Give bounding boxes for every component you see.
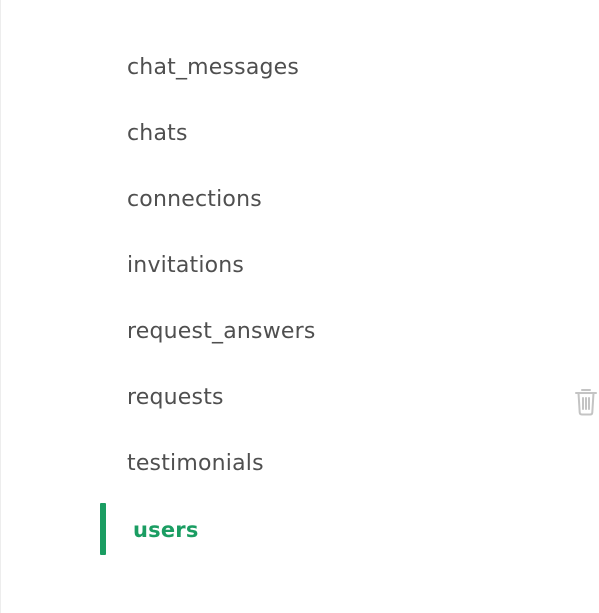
collection-item-label: users	[133, 518, 199, 542]
collection-item-requests[interactable]: requests	[1, 365, 599, 431]
collection-item-label: chat_messages	[127, 55, 300, 80]
collection-item-label: requests	[127, 385, 224, 410]
collection-item-label: invitations	[127, 253, 245, 278]
collection-item-connections[interactable]: connections	[1, 167, 599, 233]
collection-item-label: connections	[127, 187, 262, 212]
collection-item-testimonials[interactable]: testimonials	[1, 431, 599, 497]
collection-item-invitations[interactable]: invitations	[1, 233, 599, 299]
collections-panel: chat_messages chats connections invitati…	[0, 0, 599, 613]
collection-item-request-answers[interactable]: request_answers	[1, 299, 599, 365]
collection-item-label: chats	[127, 121, 188, 146]
collection-item-label: request_answers	[127, 319, 316, 344]
collection-item-chats[interactable]: chats	[1, 101, 599, 167]
collection-item-chat-messages[interactable]: chat_messages	[1, 35, 599, 101]
collection-item-label: testimonials	[127, 451, 264, 476]
trash-icon[interactable]	[573, 385, 599, 417]
collection-item-users[interactable]: users	[1, 497, 599, 563]
collection-list: chat_messages chats connections invitati…	[1, 35, 599, 563]
active-item-indicator	[100, 503, 106, 555]
